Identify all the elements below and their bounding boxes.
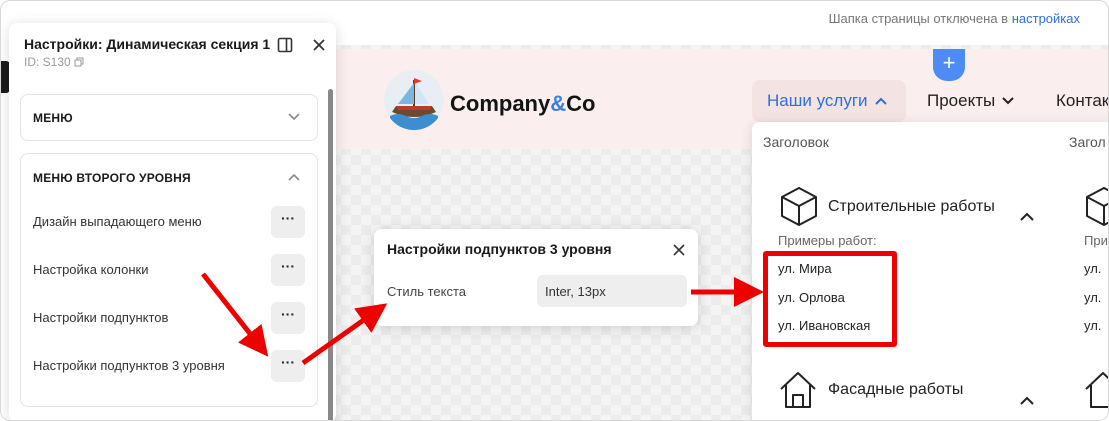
street-link-right[interactable]: ул. [1084,318,1101,333]
row-column-settings: Настройка колонки [33,262,149,277]
sailboat-logo-icon [390,78,438,130]
house-icon-right [1085,372,1108,408]
street-link-right[interactable]: ул. [1084,290,1101,305]
nav-item-contacts[interactable]: Контак [1056,91,1109,111]
chevron-up-icon [874,97,887,105]
nav-item-label: Контак [1056,91,1109,110]
chevron-down-icon[interactable] [287,112,301,122]
panel-title: Настройки: Динамическая секция 1 [24,36,271,52]
examples-label: Примеры работ: [778,233,877,248]
column-settings-more-button[interactable]: ··· [271,254,305,286]
header-disabled-note: Шапка страницы отключена в настройках [829,11,1080,26]
nav-item-label: Наши услуги [767,91,868,110]
subitem-settings-more-button[interactable]: ··· [271,302,305,334]
text-style-field[interactable]: Inter, 13px [537,275,687,307]
nav-item-projects[interactable]: Проекты [927,91,1015,111]
close-icon[interactable] [311,37,327,53]
header-disabled-text: Шапка страницы отключена в [828,11,1012,26]
chevron-up-icon[interactable] [1019,211,1035,223]
popup-title: Настройки подпунктов 3 уровня [387,241,612,257]
dropdown-heading-right: Загол [1069,134,1106,150]
sidebar-toggle-icon[interactable] [277,37,293,53]
street-link-right[interactable]: ул. [1084,261,1101,276]
chevron-up-icon[interactable] [287,172,301,182]
level3-subitem-settings-more-button[interactable]: ··· [271,350,305,382]
category-title[interactable]: Фасадные работы [828,381,963,399]
row-level3-subitem-settings: Настройки подпунктов 3 уровня [33,358,225,373]
panel-id: ID: S130 [24,55,84,69]
category-title[interactable]: Строительные работы [828,198,995,216]
cube-icon-right [1086,187,1108,226]
dropdown-heading: Заголовок [763,134,829,150]
brand-main-text: Company [450,91,551,116]
nav-item-label: Проекты [927,91,996,110]
row-subitem-settings: Настройки подпунктов [33,310,169,325]
cube-icon [781,187,817,226]
house-icon [780,372,816,408]
brand-end-text: Co [566,91,596,116]
brand-ampersand: & [550,91,567,116]
screenshot-frame: Шапка страницы отключена в настройках + … [0,0,1109,421]
add-block-button[interactable]: + [933,49,965,81]
examples-label-right: При [1084,233,1108,248]
dropdown-design-more-button[interactable]: ··· [271,206,305,238]
text-style-label: Стиль текста [387,284,466,299]
chevron-down-icon [1002,97,1014,105]
nav-item-services[interactable]: Наши услуги [767,91,888,111]
brand-name: Company&Co [450,91,595,117]
close-icon[interactable] [671,242,687,258]
logo-image [384,70,444,130]
copy-icon[interactable] [74,57,84,67]
menu-card-title: МЕНЮ [33,111,73,125]
row-dropdown-design: Дизайн выпадающего меню [33,214,202,229]
chevron-up-icon[interactable] [1019,395,1035,407]
panel-id-text: ID: S130 [24,55,71,69]
highlight-box [763,251,897,347]
panel-scrollbar-thumb[interactable] [328,89,333,420]
settings-link[interactable]: настройках [1012,11,1080,26]
second-level-card-title: МЕНЮ ВТОРОГО УРОВНЯ [33,171,191,185]
